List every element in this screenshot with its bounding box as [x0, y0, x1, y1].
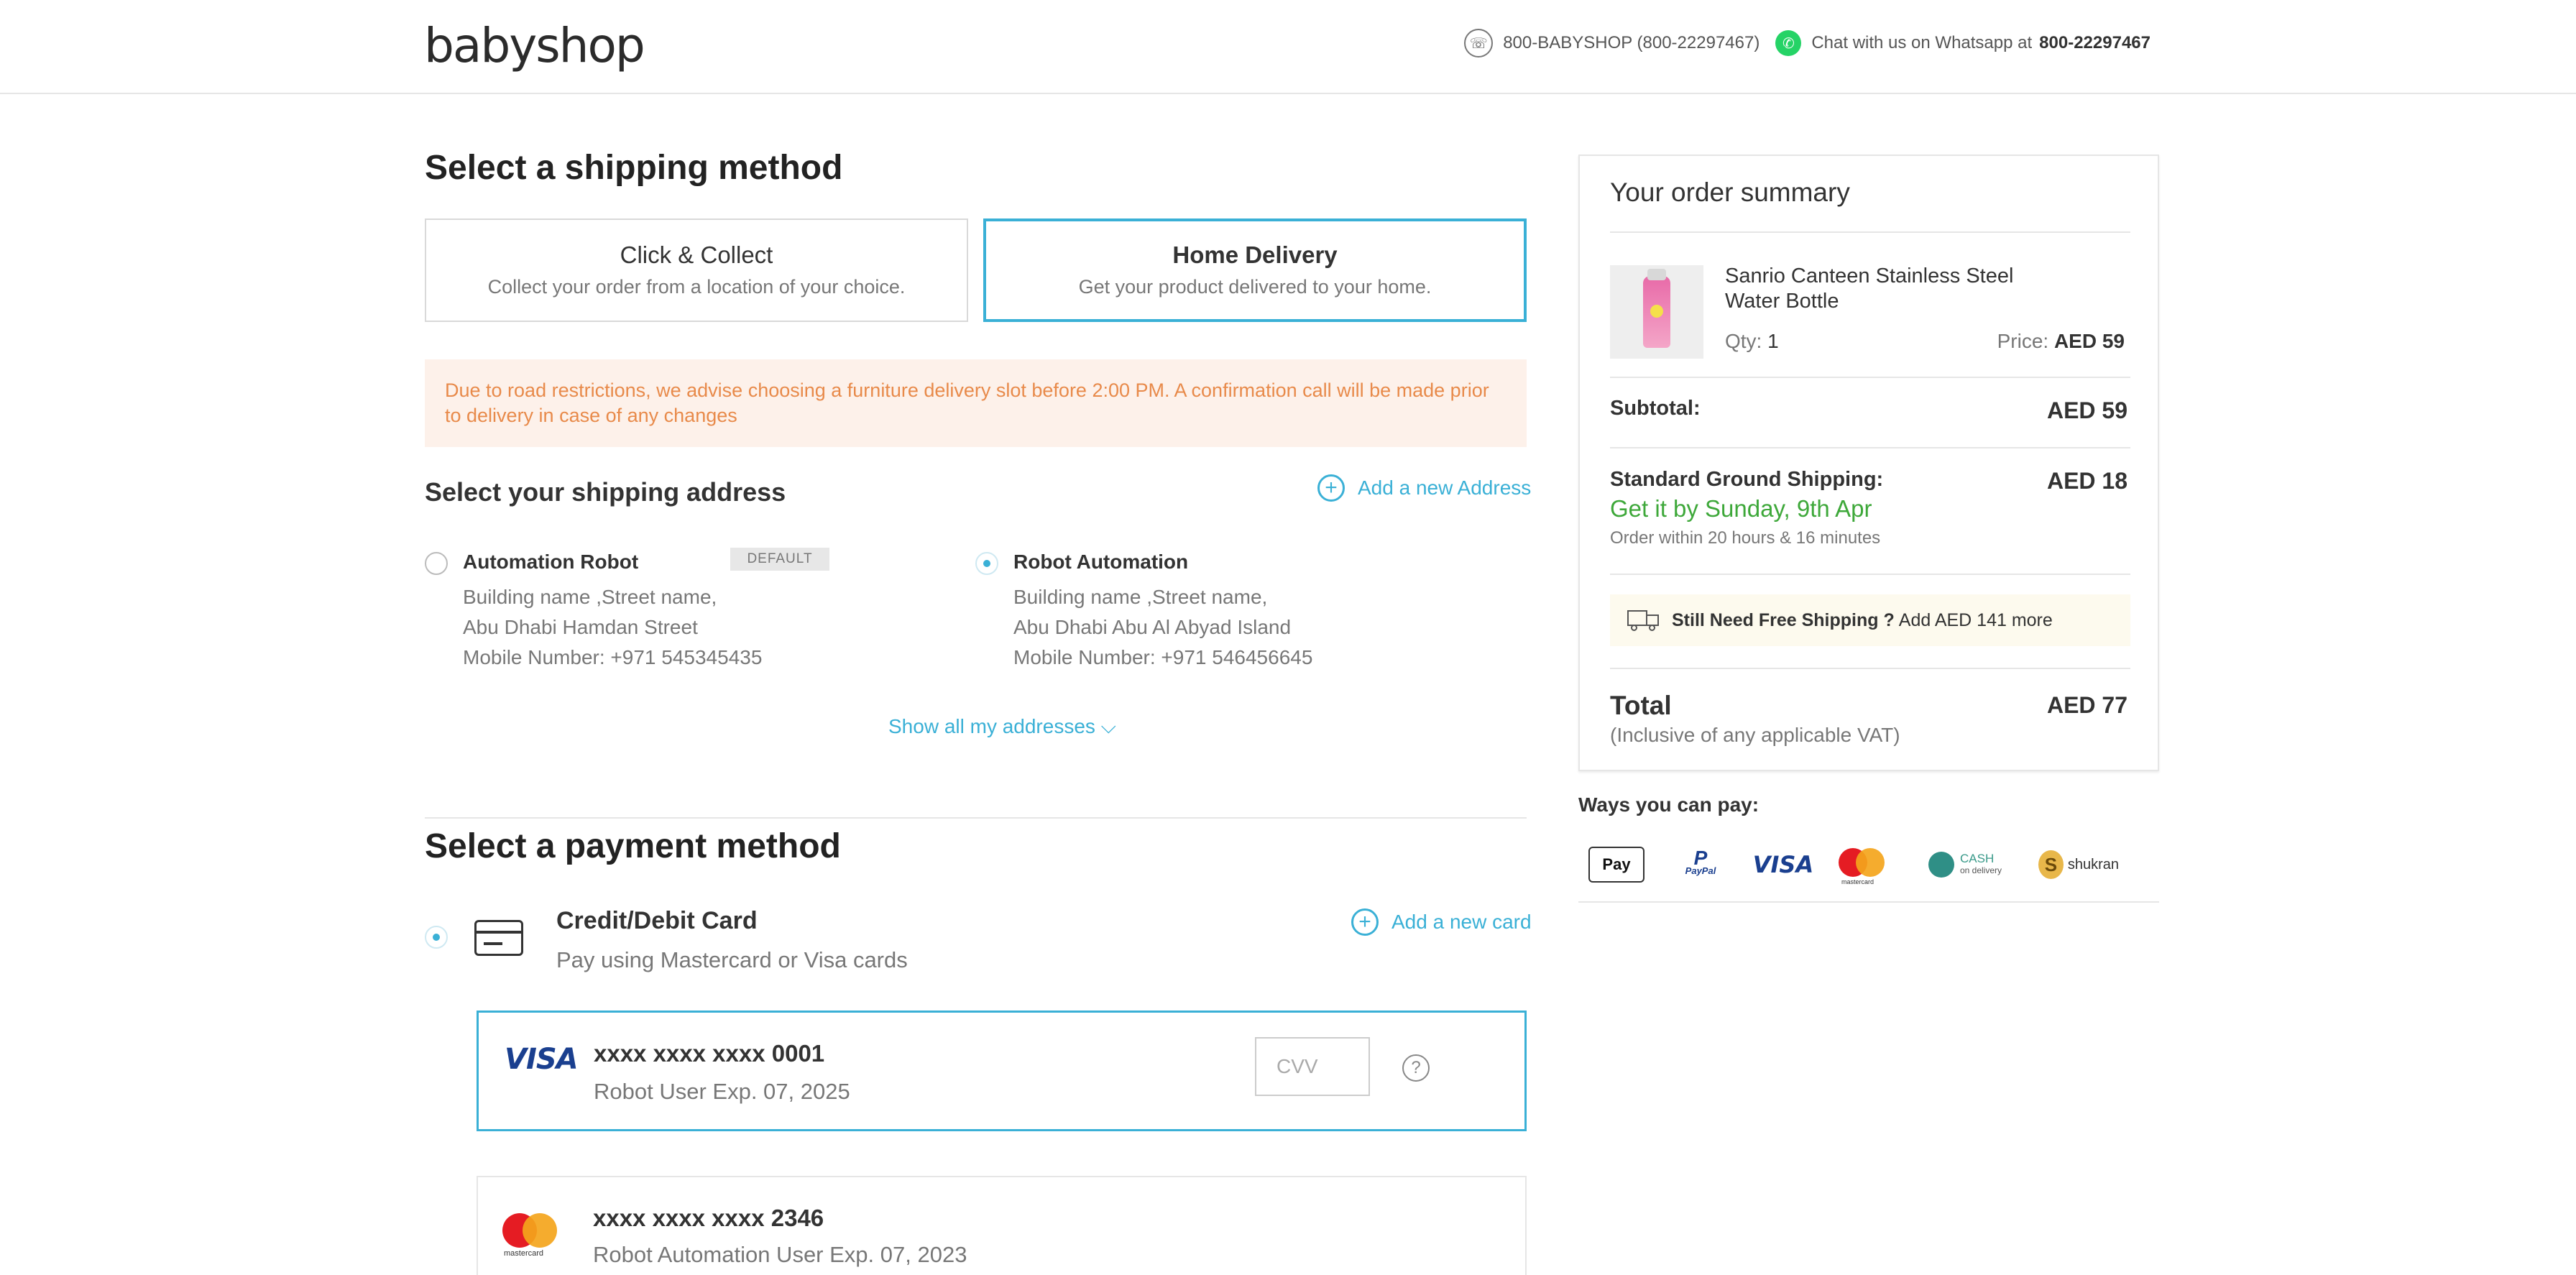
shipping-address-title: Select your shipping address	[425, 477, 786, 507]
plus-circle-icon: +	[1317, 474, 1345, 502]
address-line2: Abu Dhabi Abu Al Abyad Island	[1013, 616, 1292, 638]
logo-text: babyshop	[424, 17, 645, 73]
add-card-label: Add a new card	[1392, 911, 1532, 933]
babyshop-logo[interactable]: babyshop	[424, 17, 645, 73]
add-address-button[interactable]: + Add a new Address	[1317, 474, 1531, 502]
cash-on-delivery-icon: CASH on delivery	[1923, 847, 2007, 883]
credit-card-icon	[474, 920, 523, 956]
whatsapp-text: Chat with us on Whatsapp at	[1811, 33, 2033, 52]
total-vat-note: (Inclusive of any applicable VAT)	[1610, 724, 1900, 746]
free-shipping-question: Still Need Free Shipping ?	[1672, 609, 1895, 630]
address-mobile: Mobile Number: +971 545345435	[463, 646, 763, 668]
saved-card-mastercard[interactable]: mastercard xxxx xxxx xxxx 2346 Robot Aut…	[477, 1176, 1527, 1275]
truck-icon	[1627, 610, 1660, 631]
address-name: Automation Robot	[463, 551, 639, 573]
phone-icon: ☏	[1464, 29, 1494, 57]
card-holder-expiry: Robot Automation User Exp. 07, 2023	[593, 1242, 967, 1267]
order-summary-title: Your order summary	[1610, 178, 1850, 207]
ways-to-pay-title: Ways you can pay:	[1578, 793, 1760, 816]
apple-pay-icon: Pay	[1588, 847, 1644, 883]
mastercard-label: mastercard	[504, 1249, 544, 1258]
total-value: AED 77	[2046, 692, 2128, 718]
divider	[1610, 231, 2130, 233]
total-label: Total	[1610, 691, 1672, 720]
shipping-method-title: Select a shipping method	[425, 149, 843, 187]
divider	[1610, 447, 2130, 448]
question-mark-icon[interactable]: ?	[1402, 1054, 1430, 1082]
card-number: xxxx xxxx xxxx 2346	[593, 1205, 824, 1231]
section-divider	[425, 817, 1527, 819]
payment-method-description: Pay using Mastercard or Visa cards	[556, 947, 908, 972]
mastercard-icon: mastercard	[1839, 847, 1889, 885]
address-card-2[interactable]: Robot Automation Building name ,Street n…	[1013, 549, 1312, 673]
free-shipping-remaining: Add AED 141 more	[1898, 609, 2053, 630]
delivery-eta: Get it by Sunday, 9th Apr	[1610, 495, 1872, 522]
cvv-input[interactable]	[1255, 1037, 1370, 1096]
default-badge: DEFAULT	[730, 548, 829, 571]
whatsapp-number[interactable]: 800-22297467	[2039, 33, 2150, 53]
phone-number[interactable]: 800-BABYSHOP (800-22297467)	[1503, 33, 1760, 53]
product-qty: Qty: 1	[1725, 330, 1779, 352]
saved-card-visa[interactable]: VISA xxxx xxxx xxxx 0001 Robot User Exp.…	[477, 1011, 1527, 1131]
product-name[interactable]: Sanrio Canteen Stainless Steel Water Bot…	[1725, 264, 2063, 314]
address-line2: Abu Dhabi Hamdan Street	[463, 616, 698, 638]
product-price: Price: AED 59	[1997, 330, 2125, 352]
option-subtitle: Get your product delivered to your home.	[1078, 276, 1432, 298]
address-name: Robot Automation	[1013, 551, 1189, 573]
address-radio-2[interactable]	[975, 552, 998, 575]
divider	[1610, 668, 2130, 669]
address-radio-1[interactable]	[425, 552, 448, 575]
click-and-collect-option[interactable]: Click & Collect Collect your order from …	[425, 218, 968, 322]
shipping-label: Standard Ground Shipping:	[1610, 468, 1884, 491]
show-all-addresses-link[interactable]: Show all my addresses ⌵	[888, 715, 1116, 739]
shipping-value: AED 18	[2046, 468, 2128, 494]
product-image[interactable]	[1610, 265, 1703, 359]
address-line1: Building name ,Street name,	[463, 586, 717, 608]
payment-logos: Pay P PayPal VISA mastercard CASH on deliv…	[1578, 834, 2159, 903]
free-shipping-banner: Still Need Free Shipping ? Add AED 141 m…	[1610, 594, 2130, 646]
payment-method-title: Select a payment method	[425, 827, 841, 865]
delivery-notice: Due to road restrictions, we advise choo…	[425, 359, 1527, 447]
address-card-1[interactable]: Automation Robot Building name ,Street n…	[463, 549, 762, 673]
order-summary-panel: Your order summary Sanrio Canteen Stainl…	[1578, 155, 2159, 771]
order-within-countdown: Order within 20 hours & 16 minutes	[1610, 528, 1881, 548]
header-contact: ☏ 800-BABYSHOP (800-22297467) ✆ Chat wit…	[1464, 29, 2150, 57]
divider	[1610, 377, 2130, 378]
whatsapp-icon: ✆	[1775, 30, 1802, 56]
paypal-icon: P PayPal	[1685, 847, 1716, 877]
shukran-icon: Sshukran	[2038, 847, 2119, 883]
water-bottle-icon	[1643, 269, 1670, 348]
home-delivery-option[interactable]: Home Delivery Get your product delivered…	[983, 218, 1527, 322]
mastercard-logo-icon: mastercard	[502, 1213, 557, 1258]
subtotal-label: Subtotal:	[1610, 397, 1701, 420]
visa-icon: VISA	[1752, 851, 1814, 878]
address-mobile: Mobile Number: +971 546456645	[1013, 646, 1313, 668]
plus-circle-icon: +	[1351, 908, 1379, 936]
address-line1: Building name ,Street name,	[1013, 586, 1268, 608]
site-header: babyshop ☏ 800-BABYSHOP (800-22297467) ✆…	[0, 0, 2576, 94]
card-holder-expiry: Robot User Exp. 07, 2025	[594, 1079, 850, 1104]
visa-logo-icon: VISA	[505, 1043, 579, 1076]
add-card-button[interactable]: + Add a new card	[1351, 908, 1532, 936]
option-subtitle: Collect your order from a location of yo…	[487, 276, 906, 298]
payment-method-name: Credit/Debit Card	[556, 907, 758, 934]
card-number: xxxx xxxx xxxx 0001	[594, 1040, 825, 1067]
option-title: Click & Collect	[620, 241, 773, 268]
subtotal-value: AED 59	[2046, 397, 2128, 423]
add-address-label: Add a new Address	[1358, 477, 1532, 499]
credit-card-radio[interactable]	[425, 926, 448, 949]
divider	[1610, 574, 2130, 575]
option-title: Home Delivery	[1172, 241, 1338, 268]
